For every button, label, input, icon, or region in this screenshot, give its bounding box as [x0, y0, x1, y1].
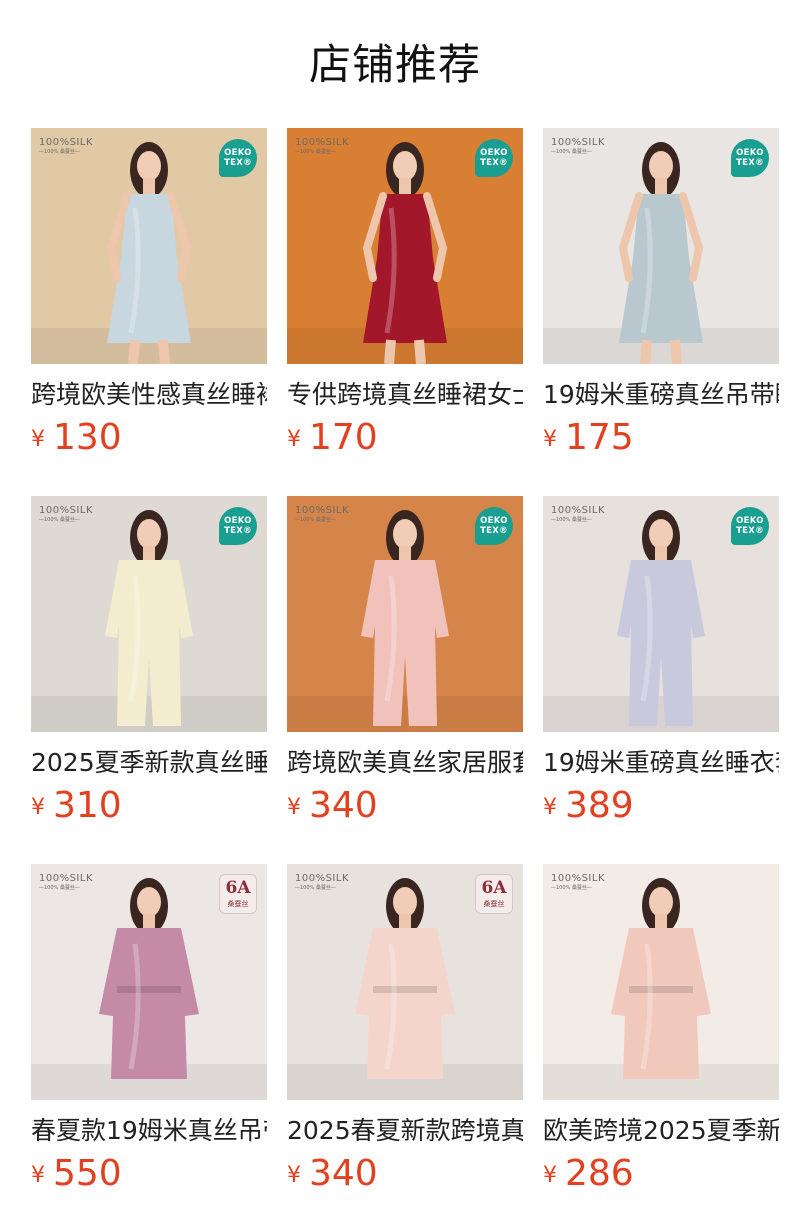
brand-text: 100%SILK	[39, 137, 94, 148]
oeko-tex-badge-icon: OEKO TEX®	[475, 507, 513, 545]
product-image[interactable]: 100%SILK —100% 桑蚕丝—	[543, 864, 779, 1100]
price-row: ¥130	[31, 416, 122, 460]
product-image[interactable]: 100%SILK —100% 桑蚕丝— OEKO TEX®	[31, 128, 267, 364]
silk-brand-logo: 100%SILK —100% 桑蚕丝—	[295, 137, 349, 156]
product-title[interactable]: 2025春夏新款跨境真丝睡袍	[287, 1114, 523, 1148]
brand-subtext: —100% 桑蚕丝—	[295, 149, 336, 155]
product-card[interactable]: 100%SILK —100% 桑蚕丝— OEKO TEX® 专供跨境真丝睡裙女士 ¥170	[287, 128, 523, 496]
price-row: ¥550	[31, 1152, 122, 1196]
price-row: ¥310	[31, 784, 122, 828]
currency-symbol: ¥	[287, 1163, 301, 1188]
product-title[interactable]: 跨境欧美性感真丝睡裙	[31, 378, 267, 412]
product-image[interactable]: 100%SILK —100% 桑蚕丝— OEKO TEX®	[287, 128, 523, 364]
brand-subtext: —100% 桑蚕丝—	[295, 517, 336, 523]
oeko-tex-badge-icon: OEKO TEX®	[731, 507, 769, 545]
oeko-tex-badge-icon: OEKO TEX®	[219, 139, 257, 177]
silk-brand-logo: 100%SILK —100% 桑蚕丝—	[551, 137, 605, 156]
price-row: ¥286	[543, 1152, 634, 1196]
brand-text: 100%SILK	[295, 137, 350, 148]
product-card[interactable]: 100%SILK—100% 桑蚕丝— 6A桑蚕丝 2025春夏新款跨境真丝睡袍 ¥34…	[287, 864, 523, 1232]
currency-symbol: ¥	[31, 427, 45, 452]
brand-text: 100%SILK	[39, 873, 94, 884]
product-title[interactable]: 19姆米重磅真丝睡衣套装	[543, 746, 779, 780]
product-price: 310	[53, 785, 122, 826]
brand-subtext: —100% 桑蚕丝—	[39, 885, 80, 891]
brand-subtext: —100% 桑蚕丝—	[295, 885, 336, 891]
currency-symbol: ¥	[287, 795, 301, 820]
price-row: ¥170	[287, 416, 378, 460]
brand-subtext: —100% 桑蚕丝—	[39, 149, 80, 155]
oeko-tex-badge-icon: OEKO TEX®	[475, 139, 513, 177]
product-grid: 100%SILK —100% 桑蚕丝— OEKO TEX® 跨境欧美性感真丝睡裙 ¥130…	[31, 128, 779, 1232]
product-price: 340	[309, 785, 378, 826]
product-price: 170	[309, 417, 378, 458]
product-title[interactable]: 欧美跨境2025夏季新款睡袍	[543, 1114, 779, 1148]
brand-subtext: —100% 桑蚕丝—	[551, 149, 592, 155]
brand-text: 100%SILK	[295, 505, 350, 516]
silk-brand-logo: 100%SILK —100% 桑蚕丝—	[295, 505, 349, 524]
product-card[interactable]: 100%SILK—100% 桑蚕丝— OEKOTEX® 19姆米重磅真丝吊带睡裙 ¥1…	[543, 128, 779, 496]
product-title[interactable]: 春夏款19姆米真丝吊带睡袍	[31, 1114, 267, 1148]
product-price: 286	[565, 1153, 634, 1194]
currency-symbol: ¥	[31, 795, 45, 820]
brand-subtext: —100% 桑蚕丝—	[551, 517, 592, 523]
product-price: 175	[565, 417, 634, 458]
price-row: ¥175	[543, 416, 634, 460]
product-price: 130	[53, 417, 122, 458]
silk-brand-logo: 100%SILK —100% 桑蚕丝—	[39, 873, 93, 892]
product-image[interactable]: 100%SILK —100% 桑蚕丝— OEKO TEX®	[543, 496, 779, 732]
grade-6a-badge-icon: 6A 桑蚕丝	[475, 874, 513, 914]
silk-brand-logo: 100%SILK —100% 桑蚕丝—	[39, 137, 93, 156]
product-price: 340	[309, 1153, 378, 1194]
product-price: 550	[53, 1153, 122, 1194]
product-title[interactable]: 19姆米重磅真丝吊带睡裙	[543, 378, 779, 412]
price-row: ¥340	[287, 1152, 378, 1196]
currency-symbol: ¥	[543, 795, 557, 820]
product-image[interactable]: 100%SILK —100% 桑蚕丝— 6A 桑蚕丝	[31, 864, 267, 1100]
brand-subtext: —100% 桑蚕丝—	[551, 885, 592, 891]
product-card[interactable]: 100%SILK —100% 桑蚕丝— OEKO TEX® 跨境欧美性感真丝睡裙 ¥130	[31, 128, 267, 496]
product-title[interactable]: 2025夏季新款真丝睡衣	[31, 746, 267, 780]
currency-symbol: ¥	[543, 1163, 557, 1188]
product-image[interactable]: 100%SILK —100% 桑蚕丝— OEKO TEX®	[31, 496, 267, 732]
product-image[interactable]: 100%SILK —100% 桑蚕丝— OEKO TEX®	[543, 128, 779, 364]
product-image[interactable]: 100%SILK —100% 桑蚕丝— OEKO TEX®	[287, 496, 523, 732]
silk-brand-logo: 100%SILK —100% 桑蚕丝—	[39, 505, 93, 524]
currency-symbol: ¥	[543, 427, 557, 452]
silk-brand-logo: 100%SILK —100% 桑蚕丝—	[551, 505, 605, 524]
product-card[interactable]: 100%SILK—100% 桑蚕丝— OEKOTEX® 跨境欧美真丝家居服套装 ¥34…	[287, 496, 523, 864]
price-row: ¥389	[543, 784, 634, 828]
silk-brand-logo: 100%SILK —100% 桑蚕丝—	[295, 873, 349, 892]
product-card[interactable]: 100%SILK—100% 桑蚕丝— OEKOTEX® 2025夏季新款真丝睡衣 ¥3…	[31, 496, 267, 864]
product-card[interactable]: 100%SILK—100% 桑蚕丝— OEKOTEX® 19姆米重磅真丝睡衣套装 ¥3…	[543, 496, 779, 864]
brand-text: 100%SILK	[551, 137, 606, 148]
product-image[interactable]: 100%SILK —100% 桑蚕丝— 6A 桑蚕丝	[287, 864, 523, 1100]
oeko-tex-badge-icon: OEKO TEX®	[219, 507, 257, 545]
brand-subtext: —100% 桑蚕丝—	[39, 517, 80, 523]
price-row: ¥340	[287, 784, 378, 828]
brand-text: 100%SILK	[295, 873, 350, 884]
oeko-tex-badge-icon: OEKO TEX®	[731, 139, 769, 177]
currency-symbol: ¥	[287, 427, 301, 452]
grade-6a-badge-icon: 6A 桑蚕丝	[219, 874, 257, 914]
silk-brand-logo: 100%SILK —100% 桑蚕丝—	[551, 873, 605, 892]
product-title[interactable]: 专供跨境真丝睡裙女士	[287, 378, 523, 412]
page-title: 店铺推荐	[308, 40, 481, 89]
product-card[interactable]: 100%SILK—100% 桑蚕丝— 欧美跨境2025夏季新款睡袍 ¥286	[543, 864, 779, 1232]
currency-symbol: ¥	[31, 1163, 45, 1188]
product-card[interactable]: 100%SILK—100% 桑蚕丝— 6A桑蚕丝春夏款19姆米真丝吊带睡袍 ¥550	[31, 864, 267, 1232]
brand-text: 100%SILK	[39, 505, 94, 516]
product-price: 389	[565, 785, 634, 826]
product-title[interactable]: 跨境欧美真丝家居服套装	[287, 746, 523, 780]
brand-text: 100%SILK	[551, 873, 606, 884]
product-photo	[543, 864, 779, 1100]
brand-text: 100%SILK	[551, 505, 606, 516]
